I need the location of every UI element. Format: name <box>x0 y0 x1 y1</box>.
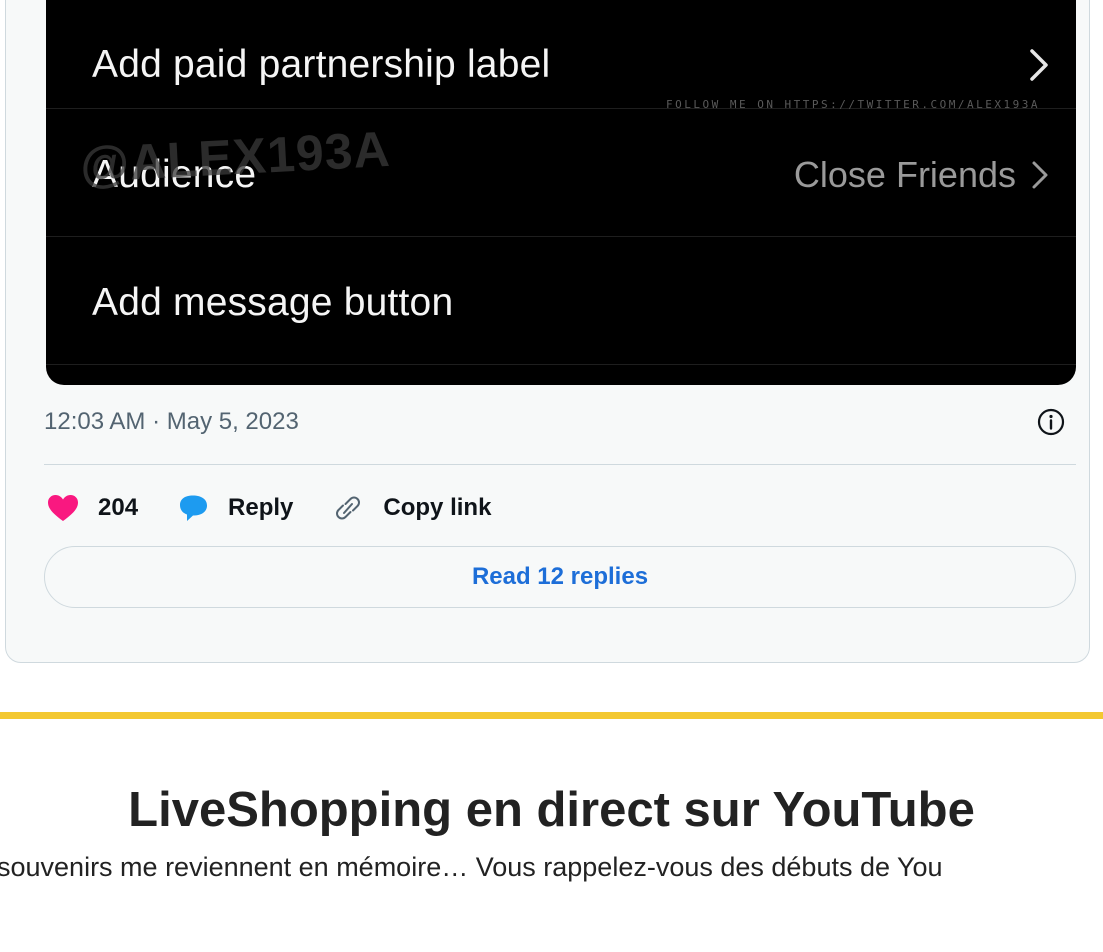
tweet-actions: 204 Reply Copy link <box>46 491 529 525</box>
reply-label: Reply <box>228 494 294 521</box>
embedded-tweet-card: Add paid partnership label Audience Clos… <box>5 0 1090 663</box>
copy-link-label: Copy link <box>383 494 492 521</box>
copy-link-button[interactable]: Copy link <box>331 493 491 523</box>
watermark-follow-text: FOLLOW ME ON HTTPS://TWITTER.COM/ALEX193… <box>665 98 1040 111</box>
divider <box>44 464 1076 465</box>
row-label: Add message button <box>92 281 454 324</box>
info-icon[interactable] <box>1035 406 1067 438</box>
article-paragraph: souvenirs me reviennent en mémoire… Vous… <box>0 852 943 882</box>
read-replies-button[interactable]: Read 12 replies <box>44 546 1076 608</box>
chevron-right-icon <box>1032 161 1048 189</box>
article-heading: LiveShopping en direct sur YouTube <box>128 783 975 837</box>
row-label: Add paid partnership label <box>92 43 551 86</box>
settings-row-message-button: Add message button <box>46 237 1076 365</box>
like-button[interactable]: 204 <box>46 493 138 523</box>
reply-bubble-icon <box>180 495 208 521</box>
reply-button[interactable]: Reply <box>176 493 293 523</box>
tweet-timestamp[interactable]: 12:03 AM · May 5, 2023 <box>44 408 299 436</box>
row-value: Close Friends <box>793 154 1016 195</box>
heart-icon <box>48 495 78 521</box>
link-icon <box>336 496 361 520</box>
tweet-media-screenshot[interactable]: Add paid partnership label Audience Clos… <box>46 0 1076 385</box>
settings-row-paid-partnership: Add paid partnership label <box>46 0 1076 109</box>
section-divider <box>0 712 1103 719</box>
chevron-right-icon <box>1030 49 1048 81</box>
like-count: 204 <box>98 494 139 521</box>
